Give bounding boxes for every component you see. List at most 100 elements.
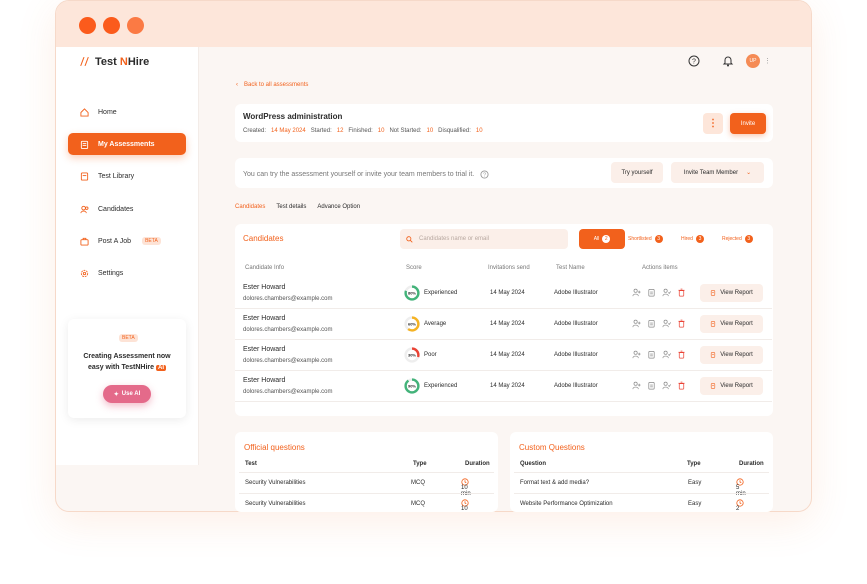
shortlist-user-icon[interactable] xyxy=(632,381,641,390)
assessment-summary-card: WordPress administration Created: 14 May … xyxy=(235,104,773,142)
shortlist-user-icon[interactable] xyxy=(632,288,641,297)
chevron-down-icon: ⌄ xyxy=(746,170,752,176)
bell-icon[interactable] xyxy=(722,55,734,67)
sidebar: Test NHire Home My Assessments Test Libr… xyxy=(56,47,199,465)
action-items xyxy=(632,350,686,359)
clipboard-icon[interactable] xyxy=(647,319,656,328)
report-icon xyxy=(711,383,716,389)
column-header: Test xyxy=(245,461,257,467)
maximize-window-dot[interactable] xyxy=(127,17,144,34)
test-name: Adobe Illustrator xyxy=(554,352,598,358)
hire-user-icon[interactable] xyxy=(662,319,671,328)
search-input[interactable]: Candidates name or email xyxy=(400,229,568,249)
view-report-label: View Report xyxy=(720,383,753,389)
svg-text:?: ? xyxy=(692,59,696,66)
close-window-dot[interactable] xyxy=(79,17,96,34)
trash-icon[interactable] xyxy=(677,350,686,359)
avatar-menu-icon[interactable]: ⋮ xyxy=(764,57,771,65)
column-header: Duration xyxy=(465,461,490,467)
question-type: MCQ xyxy=(411,480,425,486)
invitation-date: 14 May 2024 xyxy=(490,352,525,358)
filter-hired[interactable]: Hired 3 xyxy=(681,229,704,249)
candidate-name: Ester Howard xyxy=(243,377,286,384)
book-icon xyxy=(80,171,89,181)
question-duration: 10 min xyxy=(461,499,469,512)
chevron-left-icon: ‹ xyxy=(236,82,238,88)
minimize-window-dot[interactable] xyxy=(103,17,120,34)
duration-value: 10 min xyxy=(461,506,468,512)
sidebar-item-my-assessments[interactable]: My Assessments xyxy=(68,133,186,155)
hire-user-icon[interactable] xyxy=(662,350,671,359)
view-report-button[interactable]: View Report xyxy=(700,377,763,395)
column-header: Type xyxy=(687,461,701,467)
score-value: 30% xyxy=(408,352,416,357)
column-header: Candidate Info xyxy=(245,265,285,271)
score-ring: 90% xyxy=(404,378,420,394)
shortlist-user-icon[interactable] xyxy=(632,319,641,328)
candidate-email: dolores.chambers@example.com xyxy=(243,327,333,333)
list-item: Security Vulnerabilities MCQ 10 min xyxy=(239,493,494,512)
try-yourself-button[interactable]: Try yourself xyxy=(611,162,663,183)
score-cell: 60% Average xyxy=(404,316,446,332)
view-report-button[interactable]: View Report xyxy=(700,346,763,364)
avatar[interactable]: UP xyxy=(746,54,760,68)
shortlist-user-icon[interactable] xyxy=(632,350,641,359)
gear-icon xyxy=(80,269,89,277)
trash-icon[interactable] xyxy=(677,319,686,328)
invitation-date: 14 May 2024 xyxy=(490,321,525,327)
more-options-button[interactable]: ⋮ xyxy=(703,113,723,134)
sidebar-item-label: Test Library xyxy=(98,172,135,180)
sidebar-item-candidates[interactable]: Candidates xyxy=(68,198,186,220)
sidebar-item-settings[interactable]: Settings xyxy=(68,262,186,284)
test-name: Adobe Illustrator xyxy=(554,290,598,296)
action-items xyxy=(632,288,686,297)
beta-badge: BETA xyxy=(119,334,138,342)
sidebar-item-home[interactable]: Home xyxy=(68,101,186,123)
question-name: Security Vulnerabilities xyxy=(245,501,306,507)
filter-all[interactable]: All 2 xyxy=(579,229,625,249)
clipboard-icon[interactable] xyxy=(647,381,656,390)
view-report-button[interactable]: View Report xyxy=(700,315,763,333)
invite-team-member-button[interactable]: Invite Team Member ⌄ xyxy=(671,162,764,183)
tab-test-details[interactable]: Test details xyxy=(276,204,306,210)
candidate-name: Ester Howard xyxy=(243,315,286,322)
brand-logo[interactable]: Test NHire xyxy=(78,55,149,68)
home-icon xyxy=(80,107,89,117)
svg-text:?: ? xyxy=(483,172,486,178)
filter-rejected[interactable]: Rejected 3 xyxy=(722,229,753,249)
column-header: Score xyxy=(406,265,422,271)
sidebar-item-test-library[interactable]: Test Library xyxy=(68,165,186,187)
help-icon[interactable]: ? xyxy=(480,170,489,179)
score-value: 90% xyxy=(408,383,416,388)
invite-button[interactable]: Invite xyxy=(730,113,766,134)
clipboard-icon[interactable] xyxy=(647,350,656,359)
trash-icon[interactable] xyxy=(677,288,686,297)
sidebar-item-post-a-job[interactable]: Post A Job BETA xyxy=(68,230,186,252)
hire-user-icon[interactable] xyxy=(662,381,671,390)
report-icon xyxy=(711,321,716,327)
question-duration: 5 min xyxy=(736,478,746,497)
sparkle-icon: ✦ xyxy=(113,391,119,398)
candidate-email: dolores.chambers@example.com xyxy=(243,389,333,395)
list-item: Format text & add media? Easy 5 min xyxy=(514,472,769,497)
help-icon[interactable]: ? xyxy=(688,55,700,67)
clipboard-icon[interactable] xyxy=(647,288,656,297)
tab-candidates[interactable]: Candidates xyxy=(235,204,265,210)
trash-icon[interactable] xyxy=(677,381,686,390)
question-type: Easy xyxy=(688,480,702,486)
score-level: Experienced xyxy=(424,290,458,296)
tab-advance-option[interactable]: Advance Option xyxy=(317,204,360,210)
trial-banner: You can try the assessment yourself or i… xyxy=(235,158,773,188)
clipboard-icon xyxy=(80,140,89,149)
back-link[interactable]: ‹ Back to all assessments xyxy=(236,82,308,88)
view-report-label: View Report xyxy=(720,290,753,296)
score-cell: 90% Experienced xyxy=(404,378,457,394)
hire-user-icon[interactable] xyxy=(662,288,671,297)
use-ai-button[interactable]: ✦ Use AI xyxy=(103,385,151,403)
view-report-button[interactable]: View Report xyxy=(700,284,763,302)
score-level: Average xyxy=(424,321,447,327)
candidates-title: Candidates xyxy=(243,234,284,243)
official-questions-card: Official questions Test Type Duration Se… xyxy=(235,432,498,512)
filter-shortlisted[interactable]: Shortlisted 3 xyxy=(628,229,663,249)
score-ring: 60% xyxy=(404,316,420,332)
